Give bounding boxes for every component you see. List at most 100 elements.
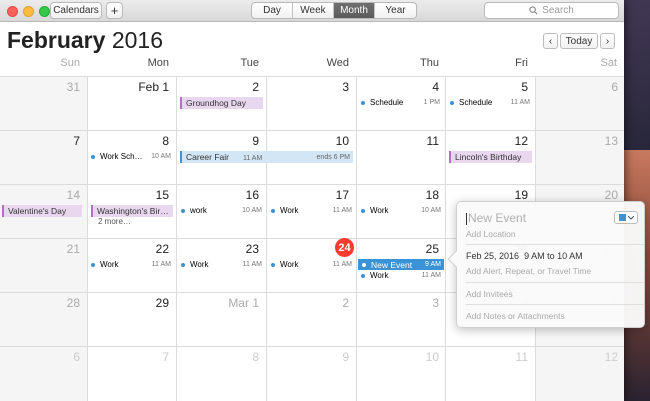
tab-day[interactable]: Day — [252, 3, 293, 18]
day-number[interactable]: 25 — [357, 242, 439, 256]
next-month-button[interactable]: › — [600, 33, 615, 49]
day-number[interactable]: 2 — [177, 80, 259, 94]
event-washingtons-birthday[interactable]: Washington's Bir… — [91, 205, 173, 217]
tab-week[interactable]: Week — [293, 3, 334, 18]
day-number[interactable]: 10 — [357, 350, 439, 364]
zoom-window-button[interactable] — [39, 6, 50, 17]
day-number[interactable]: 21 — [0, 242, 80, 256]
search-icon — [529, 6, 538, 15]
event-title: Schedule — [459, 98, 493, 107]
event-time: 11 AM — [332, 207, 352, 214]
event-time: 11 AM — [242, 261, 262, 268]
day-number[interactable]: 18 — [357, 188, 439, 202]
day-number[interactable]: 6 — [0, 350, 80, 364]
calendar-dot-icon — [361, 100, 365, 105]
previous-month-button[interactable]: ‹ — [543, 33, 558, 49]
search-input[interactable]: Search — [484, 2, 619, 19]
day-number[interactable]: 31 — [0, 80, 80, 94]
event-title: New Event — [362, 260, 412, 270]
day-number[interactable]: 19 — [446, 188, 528, 202]
event-time: 10 AM — [151, 153, 171, 160]
event-valentines-day[interactable]: Valentine's Day — [2, 205, 82, 217]
notes-field[interactable]: Add Notes or Attachments — [466, 311, 565, 321]
location-field[interactable]: Add Location — [466, 229, 516, 239]
event-time: 11 AM — [151, 261, 171, 268]
invitees-field[interactable]: Add Invitees — [466, 289, 513, 299]
day-header-tue: Tue — [240, 57, 259, 69]
tab-month[interactable]: Month — [334, 3, 375, 18]
day-number[interactable]: 11 — [357, 134, 439, 148]
event-groundhog-day[interactable]: Groundhog Day — [180, 97, 263, 109]
day-header-sun: Sun — [60, 57, 80, 69]
day-number[interactable]: 6 — [536, 80, 618, 94]
day-number[interactable]: 12 — [446, 134, 528, 148]
day-number[interactable]: 15 — [88, 188, 169, 202]
chevron-down-icon — [627, 215, 634, 220]
event-date-time[interactable]: Feb 25, 2016 9 AM to 10 AM — [466, 251, 583, 261]
event-title: Work — [280, 260, 299, 269]
day-number[interactable]: 8 — [88, 134, 169, 148]
event-new-event-selected[interactable]: New Event 9 AM — [358, 259, 444, 270]
day-number[interactable]: 11 — [446, 350, 528, 364]
event-time: 11 AM — [332, 261, 352, 268]
grid-line — [0, 76, 624, 77]
calendar-color-swatch — [618, 214, 626, 221]
alert-repeat-field[interactable]: Add Alert, Repeat, or Travel Time — [466, 266, 591, 276]
event-time: 10 AM — [421, 207, 441, 214]
day-number[interactable]: 16 — [177, 188, 259, 202]
grid-line — [0, 184, 624, 185]
day-number[interactable]: 7 — [0, 134, 80, 148]
day-number[interactable]: 7 — [88, 350, 169, 364]
calendar-color-picker[interactable] — [614, 211, 638, 224]
event-lincolns-birthday[interactable]: Lincoln's Birthday — [449, 151, 532, 163]
day-number[interactable]: Feb 1 — [88, 80, 169, 94]
divider — [466, 282, 644, 283]
day-number[interactable]: Mar 1 — [177, 296, 259, 310]
event-end-time: ends 6 PM — [316, 153, 350, 161]
day-number[interactable]: 13 — [536, 134, 618, 148]
day-number[interactable]: 23 — [177, 242, 259, 256]
event-title: Work — [190, 260, 209, 269]
event-title: Career Fair 11 AM — [186, 152, 263, 162]
day-number[interactable]: 20 — [536, 188, 618, 202]
day-number[interactable]: 10 — [267, 134, 349, 148]
calendar-dot-icon — [361, 273, 365, 278]
day-number[interactable]: 8 — [177, 350, 259, 364]
day-number[interactable]: 14 — [0, 188, 80, 202]
add-event-button[interactable]: + — [106, 2, 123, 19]
today-marker[interactable]: 24 — [335, 238, 354, 257]
grid-line — [0, 130, 624, 131]
month-label: February — [7, 27, 106, 53]
day-number[interactable]: 2 — [267, 296, 349, 310]
day-number[interactable]: 29 — [88, 296, 169, 310]
day-number[interactable]: 3 — [267, 80, 349, 94]
day-number[interactable]: 12 — [536, 350, 618, 364]
day-number[interactable]: 17 — [267, 188, 349, 202]
day-number[interactable]: 22 — [88, 242, 169, 256]
calendar-dot-icon — [271, 262, 275, 267]
page-title: February 2016 — [7, 27, 163, 54]
event-popover: New Event Add Location Feb 25, 2016 9 AM… — [447, 201, 645, 328]
day-number[interactable]: 3 — [357, 296, 439, 310]
minimize-window-button[interactable] — [23, 6, 34, 17]
today-button[interactable]: Today — [560, 33, 598, 49]
event-career-fair[interactable]: Career Fair 11 AM ends 6 PM — [180, 151, 353, 163]
day-number[interactable]: 9 — [177, 134, 259, 148]
day-header-fri: Fri — [515, 57, 528, 69]
day-number[interactable]: 4 — [357, 80, 439, 94]
day-number[interactable]: 28 — [0, 296, 80, 310]
calendar-dot-icon — [361, 208, 365, 213]
divider — [466, 304, 644, 305]
tab-year[interactable]: Year — [375, 3, 416, 18]
day-number[interactable]: 5 — [446, 80, 528, 94]
close-window-button[interactable] — [7, 6, 18, 17]
event-title-field[interactable]: New Event — [466, 211, 526, 225]
day-number[interactable]: 9 — [267, 350, 349, 364]
day-header-thu: Thu — [420, 57, 439, 69]
event-time: 11 AM — [421, 272, 441, 279]
calendar-dot-icon — [181, 262, 185, 267]
calendars-button[interactable]: Calendars — [50, 2, 102, 19]
more-events-link[interactable]: 2 more… — [98, 217, 131, 226]
search-placeholder: Search — [542, 5, 574, 16]
event-title: Work — [370, 271, 389, 280]
